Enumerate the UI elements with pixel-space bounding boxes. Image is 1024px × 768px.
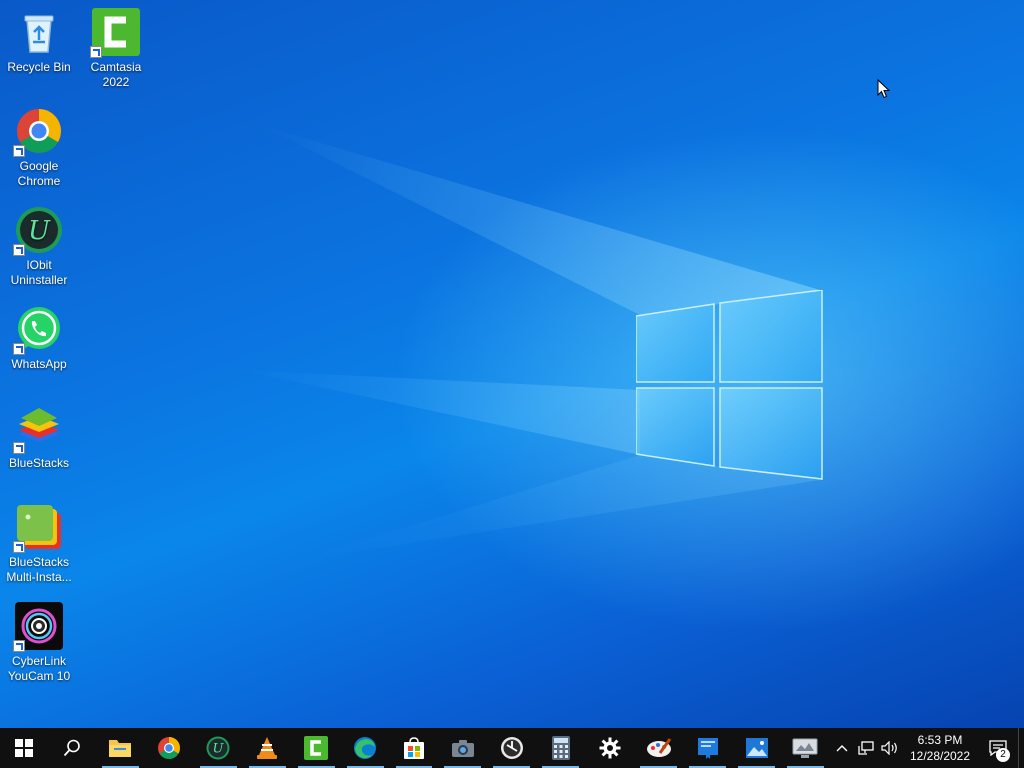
desktop-icon-camtasia[interactable]: Camtasia 2022 [78,8,154,90]
paint-icon [646,738,671,757]
clock-date: 12/28/2022 [909,749,971,763]
speaker-volume-icon [881,741,897,755]
taskbar-app-settings[interactable] [585,728,634,768]
taskbar: U 6:53 PM 12/28/2022 2 [0,728,1024,768]
desktop-icon-iobit-uninstaller[interactable]: U IObit Uninstaller [1,206,77,288]
shortcut-arrow-icon [13,343,25,355]
search-icon [63,739,80,757]
desktop-icon-whatsapp[interactable]: WhatsApp [1,305,77,372]
network-button[interactable] [854,728,878,768]
clock-app-icon [500,737,523,759]
taskbar-clock[interactable]: 6:53 PM 12/28/2022 [902,732,978,764]
camtasia-icon [304,736,329,760]
desktop-icon-google-chrome[interactable]: Google Chrome [1,107,77,189]
svg-text:U: U [213,742,225,757]
desktop[interactable]: Recycle Bin Camtasia 2022 Google Chrome [0,0,1024,728]
shortcut-arrow-icon [13,541,25,553]
taskbar-app-camtasia[interactable] [292,728,341,768]
desktop-icon-label: Google Chrome [17,159,61,188]
desktop-icon-recycle-bin[interactable]: Recycle Bin [1,8,77,75]
desktop-icon-bluestacks-multi-instance[interactable]: BlueStacks Multi-Insta... [1,503,77,585]
desktop-icon-label: CyberLink YouCam 10 [7,654,71,683]
recycle-bin-icon [24,15,54,53]
desktop-icon-bluestacks[interactable]: BlueStacks [1,404,77,471]
show-hidden-icons-button[interactable] [830,728,854,768]
desktop-icon-label: Camtasia 2022 [90,60,142,89]
network-icon [858,741,874,755]
windows-logo-wallpaper [636,290,823,480]
system-tray: 6:53 PM 12/28/2022 2 [830,728,1024,768]
taskbar-app-file-explorer[interactable] [96,728,145,768]
photos-icon [745,738,768,758]
taskbar-app-vlc[interactable] [243,728,292,768]
chrome-icon [158,737,181,759]
display-app-icon [792,738,818,758]
search-button[interactable] [48,728,96,768]
start-button[interactable] [0,728,48,768]
camera-icon [451,740,474,757]
calculator-icon [551,736,570,760]
notification-count-badge: 2 [996,748,1010,762]
shortcut-arrow-icon [90,46,102,58]
windows-start-icon [14,739,33,757]
taskbar-app-chrome[interactable] [145,728,194,768]
desktop-icon-label: BlueStacks [8,456,70,470]
svg-text:U: U [28,216,51,246]
clock-time: 6:53 PM [917,733,963,747]
shortcut-arrow-icon [13,640,25,652]
shortcut-arrow-icon [13,145,25,157]
taskbar-app-iobit-uninstaller[interactable]: U [194,728,243,768]
mouse-cursor-icon [877,79,891,99]
microsoft-store-icon [403,737,424,759]
settings-gear-icon [599,737,621,759]
file-explorer-icon [109,740,132,757]
book-app-icon [697,738,718,759]
action-center-button[interactable]: 2 [978,728,1018,768]
taskbar-app-paint[interactable] [634,728,683,768]
wallpaper-light-beams [240,125,820,560]
taskbar-app-clock[interactable] [487,728,536,768]
taskbar-app-camera[interactable] [438,728,487,768]
edge-icon [354,737,377,759]
show-desktop-button[interactable] [1018,728,1024,768]
taskbar-app-edge[interactable] [341,728,390,768]
vlc-icon [257,737,278,759]
desktop-icon-label: WhatsApp [11,357,67,371]
taskbar-app-display[interactable] [781,728,830,768]
desktop-icon-label: BlueStacks Multi-Insta... [6,555,72,584]
desktop-icon-label: IObit Uninstaller [10,258,68,287]
iobit-uninstaller-icon: U [206,736,230,760]
volume-button[interactable] [878,728,902,768]
shortcut-arrow-icon [13,442,25,454]
taskbar-app-microsoft-store[interactable] [390,728,439,768]
desktop-icon-cyberlink-youcam[interactable]: CyberLink YouCam 10 [1,602,77,684]
taskbar-app-calculator[interactable] [536,728,585,768]
chevron-up-icon [836,745,848,752]
desktop-icon-label: Recycle Bin [7,60,71,74]
shortcut-arrow-icon [13,244,25,256]
taskbar-app-photos[interactable] [732,728,781,768]
taskbar-app-book[interactable] [683,728,732,768]
